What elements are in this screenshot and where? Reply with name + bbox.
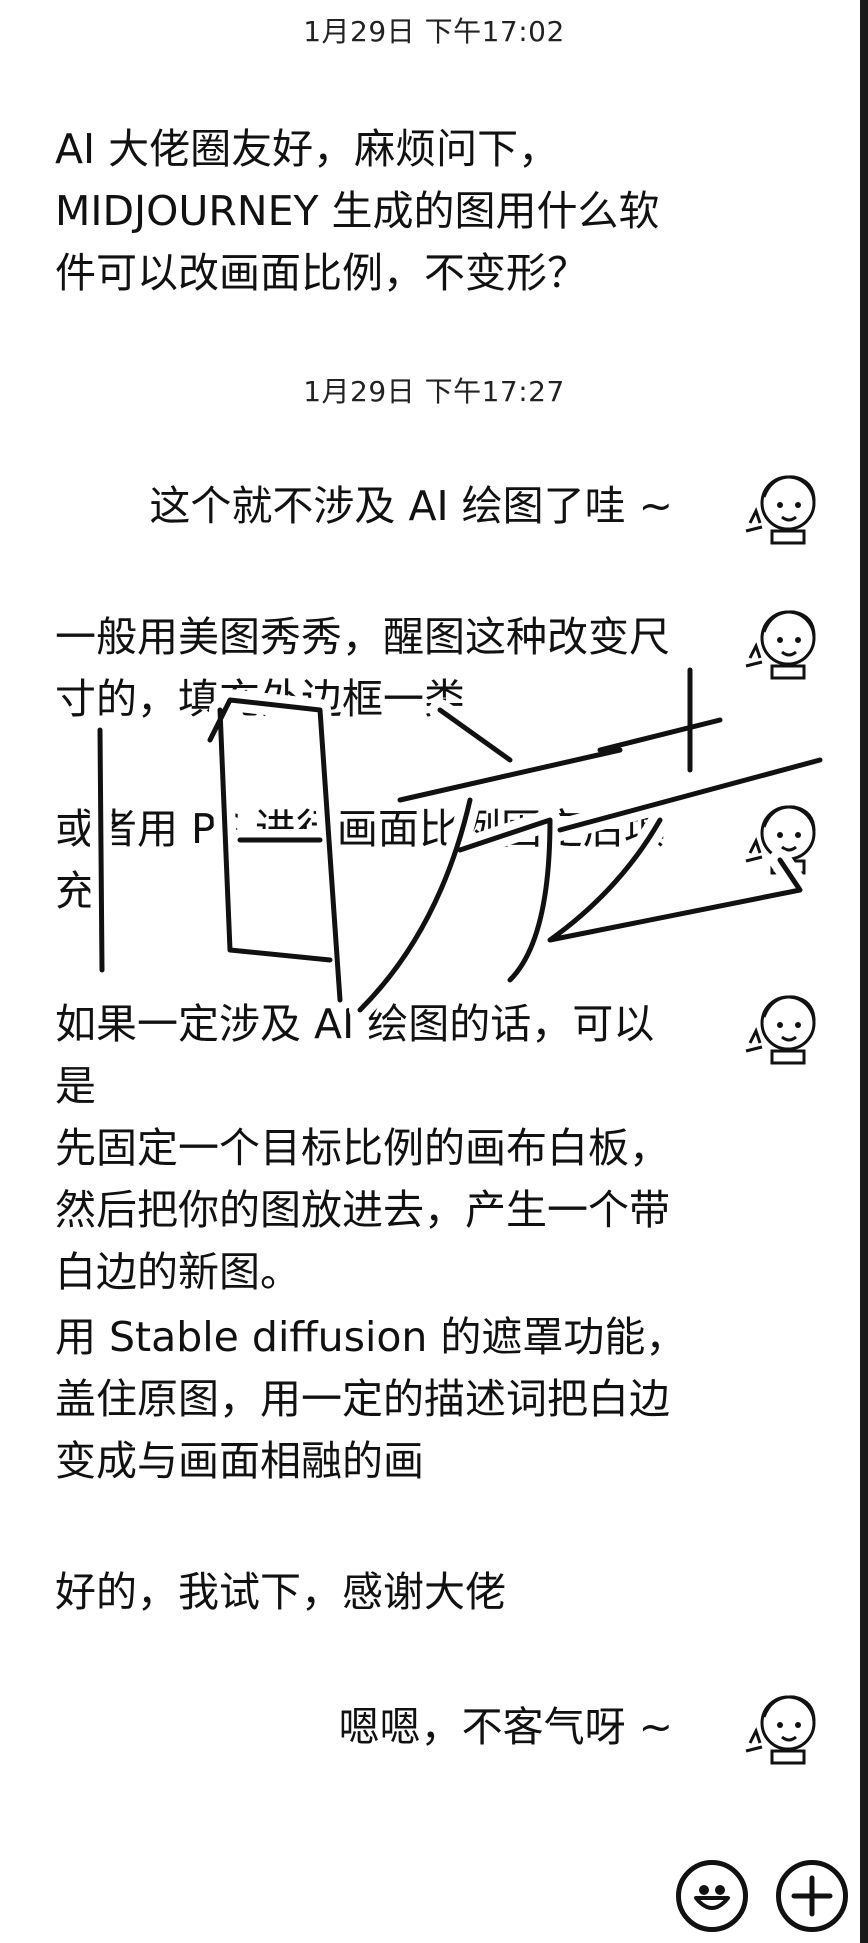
- avatar-icon[interactable]: [742, 795, 826, 879]
- message-text: 嗯嗯，不客气呀 ~: [338, 1703, 673, 1751]
- message-text: 一般用美图秀秀，醒图这种改变尺 寸的，填充外边框一类: [55, 613, 670, 723]
- avatar-icon[interactable]: [742, 465, 826, 549]
- avatar-icon[interactable]: [742, 600, 826, 684]
- message-text: 如果一定涉及 AI 绘图的话，可以是 先固定一个目标比例的画布白板， 然后把你的…: [55, 1000, 670, 1296]
- message-text: 好的，我试下，感谢大佬: [55, 1568, 506, 1616]
- message-text: AI 大佬圈友好，麻烦问下， MIDJOURNEY 生成的图用什么软 件可以改画…: [55, 125, 660, 297]
- plus-circle-icon: [791, 1875, 833, 1917]
- timestamp: 1月29日 下午17:27: [303, 375, 565, 408]
- emoji-button[interactable]: [676, 1860, 748, 1932]
- scrollbar[interactable]: [860, 0, 868, 1943]
- avatar-icon[interactable]: [742, 1685, 826, 1769]
- message-text: 这个就不涉及 AI 绘图了哇 ~: [149, 482, 673, 530]
- message-text: 或者用 PS 进行画面比例固定后填 充: [55, 805, 665, 915]
- timestamp: 1月29日 下午17:02: [303, 15, 565, 48]
- add-button[interactable]: [776, 1860, 848, 1932]
- smile-emoji-icon: [694, 1885, 730, 1910]
- avatar-icon[interactable]: [742, 985, 826, 1069]
- message-text: 用 Stable diffusion 的遮罩功能， 盖住原图，用一定的描述词把白…: [55, 1313, 687, 1485]
